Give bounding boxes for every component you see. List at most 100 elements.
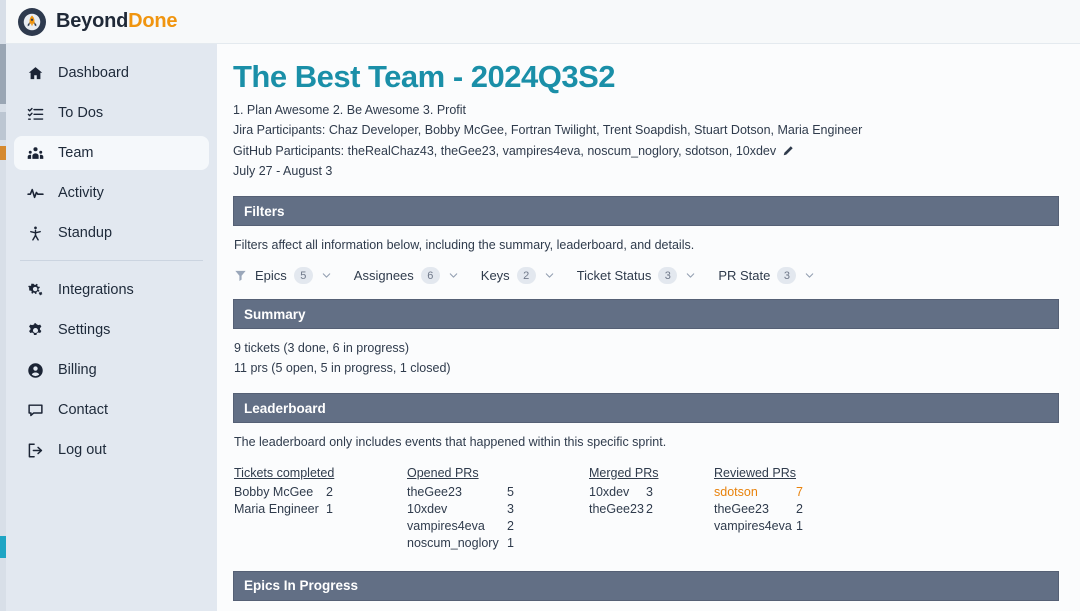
filter-chip-label: Ticket Status: [577, 268, 652, 283]
summary-body: 9 tickets (3 done, 6 in progress) 11 prs…: [233, 329, 1060, 378]
filter-chip-count: 2: [517, 267, 536, 284]
leaderboard-row: Bobby McGee2: [234, 484, 346, 501]
chevron-down-icon[interactable]: [544, 270, 555, 281]
top-bar: BeyondDone: [6, 0, 1080, 44]
leaderboard-row-value: 3: [507, 501, 527, 518]
section-title: Epics In Progress: [244, 578, 358, 593]
chevron-down-icon[interactable]: [448, 270, 459, 281]
section-header-summary: Summary: [233, 299, 1059, 329]
leaderboard-row-name: theGee23: [407, 484, 507, 501]
funnel-icon: [234, 269, 247, 282]
main-content: The Best Team - 2024Q3S2 1. Plan Awesome…: [217, 44, 1080, 611]
sidebar-item-to-dos[interactable]: To Dos: [14, 96, 209, 130]
section-header-epics-in-progress: Epics In Progress: [233, 571, 1059, 601]
leaderboard-row-value: 2: [796, 501, 816, 518]
brand-wordmark: BeyondDone: [56, 10, 177, 33]
leaderboard-row: 10xdev3: [589, 484, 666, 501]
summary-tickets-line: 9 tickets (3 done, 6 in progress): [234, 339, 1060, 358]
filter-chip-label: PR State: [718, 268, 770, 283]
integrations-icon: [26, 281, 44, 299]
filters-description: Filters affect all information below, in…: [234, 236, 1060, 255]
filter-chip-count: 3: [658, 267, 677, 284]
account-icon: [26, 361, 44, 379]
home-icon: [26, 64, 44, 82]
leaderboard-row-value: 1: [507, 535, 527, 552]
section-title: Summary: [244, 307, 306, 322]
leaderboard-row: theGee232: [589, 501, 666, 518]
sidebar-item-label: Settings: [58, 322, 110, 338]
filter-chip-pr-state[interactable]: PR State 3: [718, 267, 815, 284]
sidebar-item-dashboard[interactable]: Dashboard: [14, 56, 209, 90]
leaderboard-description: The leaderboard only includes events tha…: [234, 433, 1060, 452]
checklist-icon: [26, 104, 44, 122]
leaderboard-row-value: 7: [796, 484, 816, 501]
sidebar-item-team[interactable]: Team: [14, 136, 209, 170]
chevron-down-icon[interactable]: [804, 270, 815, 281]
filter-chip-label: Keys: [481, 268, 510, 283]
filter-chip-count: 3: [777, 267, 796, 284]
leaderboard-row-name: theGee23: [714, 501, 796, 518]
leaderboard-row-name: 10xdev: [589, 484, 646, 501]
leaderboard-row-name: noscum_noglory: [407, 535, 507, 552]
filter-chip-label: Epics: [255, 268, 287, 283]
leaderboard-row: 10xdev3: [407, 501, 527, 518]
leaderboard-row-value: 5: [507, 484, 527, 501]
leaderboard-row: theGee235: [407, 484, 527, 501]
activity-icon: [26, 184, 44, 202]
section-title: Filters: [244, 204, 285, 219]
leaderboard-row: theGee232: [714, 501, 816, 518]
gear-icon: [26, 321, 44, 339]
sidebar-item-activity[interactable]: Activity: [14, 176, 209, 210]
page-title: The Best Team - 2024Q3S2: [233, 60, 1060, 94]
pencil-icon[interactable]: [782, 145, 794, 157]
sidebar-item-standup[interactable]: Standup: [14, 216, 209, 250]
leaderboard-row-value: 2: [646, 501, 666, 518]
filter-chip-assignees[interactable]: Assignees 6: [354, 267, 459, 284]
leaderboard-row: sdotson7: [714, 484, 816, 501]
section-header-filters: Filters: [233, 196, 1059, 226]
leaderboard-row-name: sdotson: [714, 484, 796, 501]
sidebar-item-label: To Dos: [58, 105, 103, 121]
chevron-down-icon[interactable]: [685, 270, 696, 281]
leaderboard-row-name: 10xdev: [407, 501, 507, 518]
leaderboard-row: Maria Engineer1: [234, 501, 346, 518]
leaderboard-column-header: Reviewed PRs: [714, 466, 816, 480]
sidebar-item-label: Standup: [58, 225, 112, 241]
leaderboard-body: The leaderboard only includes events tha…: [233, 423, 1060, 555]
sidebar-item-billing[interactable]: Billing: [14, 353, 209, 387]
filter-chip-ticket-status[interactable]: Ticket Status 3: [577, 267, 697, 284]
filter-chip-count: 5: [294, 267, 313, 284]
leaderboard-row-name: Bobby McGee: [234, 484, 326, 501]
section-header-leaderboard: Leaderboard: [233, 393, 1059, 423]
leaderboard-row: vampires4eva2: [407, 518, 527, 535]
chevron-down-icon[interactable]: [321, 270, 332, 281]
leaderboard-row-value: 1: [326, 501, 346, 518]
sidebar-item-label: Dashboard: [58, 65, 129, 81]
sidebar-item-label: Integrations: [58, 282, 134, 298]
leaderboard-column: Tickets completed Bobby McGee2Maria Engin…: [234, 466, 346, 518]
leaderboard-row-name: vampires4eva: [407, 518, 507, 535]
filter-chip-row: Epics 5 Assignees 6 Keys 2 Ticket Status: [234, 267, 1060, 284]
sidebar: Dashboard To Dos Team: [6, 44, 217, 611]
sidebar-item-settings[interactable]: Settings: [14, 313, 209, 347]
rocket-icon: [18, 8, 46, 36]
filter-chip-epics[interactable]: Epics 5: [255, 267, 332, 284]
sidebar-item-integrations[interactable]: Integrations: [14, 273, 209, 307]
sidebar-item-contact[interactable]: Contact: [14, 393, 209, 427]
brand-name-part2: Done: [128, 10, 177, 32]
leaderboard-column-header: Opened PRs: [407, 466, 527, 480]
filter-chip-count: 6: [421, 267, 440, 284]
sidebar-item-label: Activity: [58, 185, 104, 201]
sidebar-item-label: Log out: [58, 442, 106, 458]
github-participants-row: GitHub Participants: theRealChaz43, theG…: [233, 141, 1060, 161]
filter-chip-keys[interactable]: Keys 2: [481, 267, 555, 284]
app-root: BeyondDone Dashboard To Dos: [0, 0, 1080, 611]
leaderboard-column: Reviewed PRssdotson7theGee232vampires4ev…: [714, 466, 816, 535]
sidebar-item-label: Contact: [58, 402, 108, 418]
leaderboard-row-value: 3: [646, 484, 666, 501]
leaderboard-column: Opened PRs theGee23510xdev3vampires4eva2n…: [407, 466, 527, 553]
leaderboard-column-header: Merged PRs: [589, 466, 666, 480]
sidebar-item-log-out[interactable]: Log out: [14, 433, 209, 467]
leaderboard-column-header: Tickets completed: [234, 466, 346, 480]
filters-body: Filters affect all information below, in…: [233, 226, 1060, 284]
